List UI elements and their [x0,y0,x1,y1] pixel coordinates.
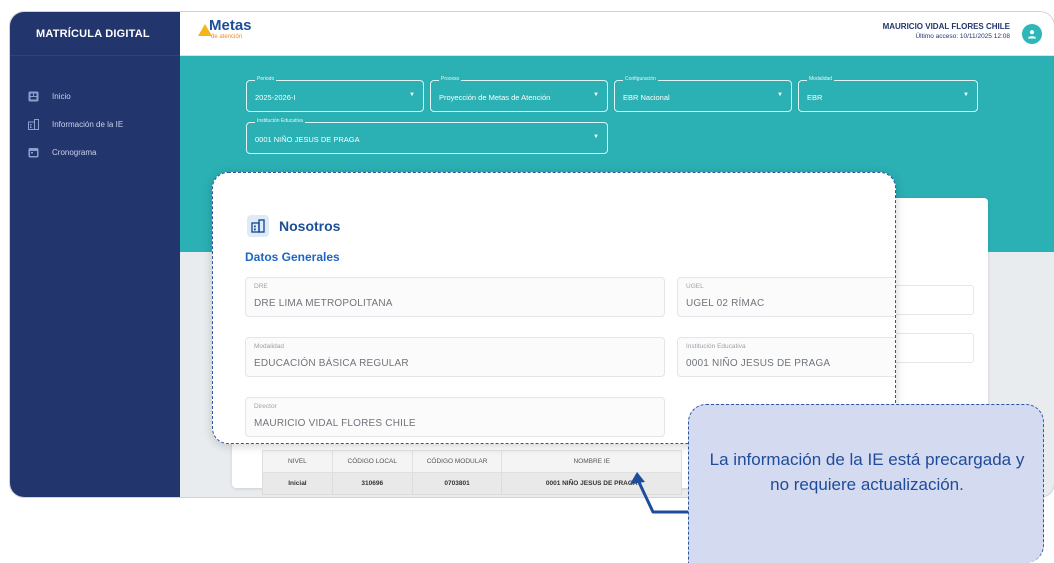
home-icon [28,91,39,102]
field-value: EBR Nacional [623,93,670,102]
building-icon [247,215,269,237]
table-row[interactable]: Inicial 310696 0703801 0001 NIÑO JESUS D… [262,472,682,495]
logo-sub-text: de atención [211,34,243,40]
sidebar-item-inicio[interactable]: Inicio [10,82,180,110]
screenshot-stage: MATRÍCULA DIGITAL Inicio Información de … [0,0,1054,563]
sidebar-item-label: Información de la IE [52,119,124,129]
table-cell: Inicial [262,472,333,495]
chevron-down-icon: ▼ [409,92,415,98]
avatar[interactable] [1022,24,1042,44]
building-icon [28,118,39,130]
table-cell: 310696 [331,472,413,495]
field-label: Modalidad [254,343,284,350]
user-icon [1028,30,1036,39]
nosotros-title: Nosotros [279,218,341,234]
field-value: EBR [807,93,823,102]
table-cell: 0703801 [411,472,503,495]
proceso-select[interactable]: Proceso Proyección de Metas de Atención … [430,76,608,112]
chevron-down-icon: ▼ [963,92,969,98]
nosotros-header: Nosotros [247,215,340,237]
field-label: Configuración [623,76,658,82]
ie-table: NIVEL CÓDIGO LOCAL CÓDIGO MODULAR NOMBRE… [262,450,682,495]
table-header: CÓDIGO MODULAR [411,450,503,473]
field-label: Periodo [255,76,277,82]
section-title: Datos Generales [245,250,340,264]
field-value: EDUCACIÓN BÁSICA REGULAR [254,358,409,369]
user-last-access: Último acceso: 10/11/2025 12:08 [915,33,1010,40]
sidebar-item-label: Cronograma [52,147,97,157]
pointer-arrow-icon [630,472,689,514]
field-value: Proyección de Metas de Atención [439,93,551,102]
field-label: Director [254,403,277,410]
sidebar: MATRÍCULA DIGITAL Inicio Información de … [10,12,180,497]
institucion-field: Institución Educativa 0001 NIÑO JESUS DE… [677,337,895,377]
director-field: Director MAURICIO VIDAL FLORES CHILE [245,397,665,437]
table-header: CÓDIGO LOCAL [331,450,413,473]
field-value: UGEL 02 RÍMAC [686,298,765,309]
user-name: MAURICIO VIDAL FLORES CHILE [882,22,1010,31]
field-label: Institución Educativa [686,343,746,350]
info-callout: La información de la IE está precargada … [688,404,1044,563]
logo-main-text: Metas [209,17,252,34]
metas-logo[interactable]: Metas de atención [198,18,252,41]
field-value: 2025-2026-I [255,93,296,102]
sidebar-item-informacion-ie[interactable]: Información de la IE [10,110,180,138]
table-header-row: NIVEL CÓDIGO LOCAL CÓDIGO MODULAR NOMBRE… [262,450,682,473]
sidebar-item-cronograma[interactable]: Cronograma [10,138,180,166]
configuracion-select[interactable]: Configuración EBR Nacional ▼ [614,76,792,112]
top-bar: Metas de atención MAURICIO VIDAL FLORES … [180,12,1054,56]
field-label: Modalidad [807,76,835,82]
table-header: NIVEL [262,450,333,473]
chevron-down-icon: ▼ [593,92,599,98]
sidebar-item-label: Inicio [52,91,71,101]
field-label: DRE [254,283,268,290]
field-label: Proceso [439,76,462,82]
user-info: MAURICIO VIDAL FLORES CHILE Último acces… [883,22,1010,40]
periodo-select[interactable]: Periodo 2025-2026-I ▼ [246,76,424,112]
institucion-select[interactable]: Institución Educativa 0001 NIÑO JESUS DE… [246,118,608,154]
chevron-down-icon: ▼ [777,92,783,98]
chevron-down-icon: ▼ [593,134,599,140]
field-label: Institución Educativa [255,118,305,124]
field-value: MAURICIO VIDAL FLORES CHILE [254,418,416,429]
app-brand: MATRÍCULA DIGITAL [10,12,180,56]
dre-field: DRE DRE LIMA METROPOLITANA [245,277,665,317]
ugel-field: UGEL UGEL 02 RÍMAC [677,277,895,317]
modalidad-select[interactable]: Modalidad EBR ▼ [798,76,978,112]
callout-text: La información de la IE está precargada … [709,450,1025,494]
field-value: DRE LIMA METROPOLITANA [254,298,393,309]
field-label: UGEL [686,283,704,290]
modalidad-field: Modalidad EDUCACIÓN BÁSICA REGULAR [245,337,665,377]
field-value: 0001 NIÑO JESUS DE PRAGA [255,135,360,144]
field-value: 0001 NIÑO JESUS DE PRAGA [686,358,831,369]
calendar-icon [28,147,39,158]
